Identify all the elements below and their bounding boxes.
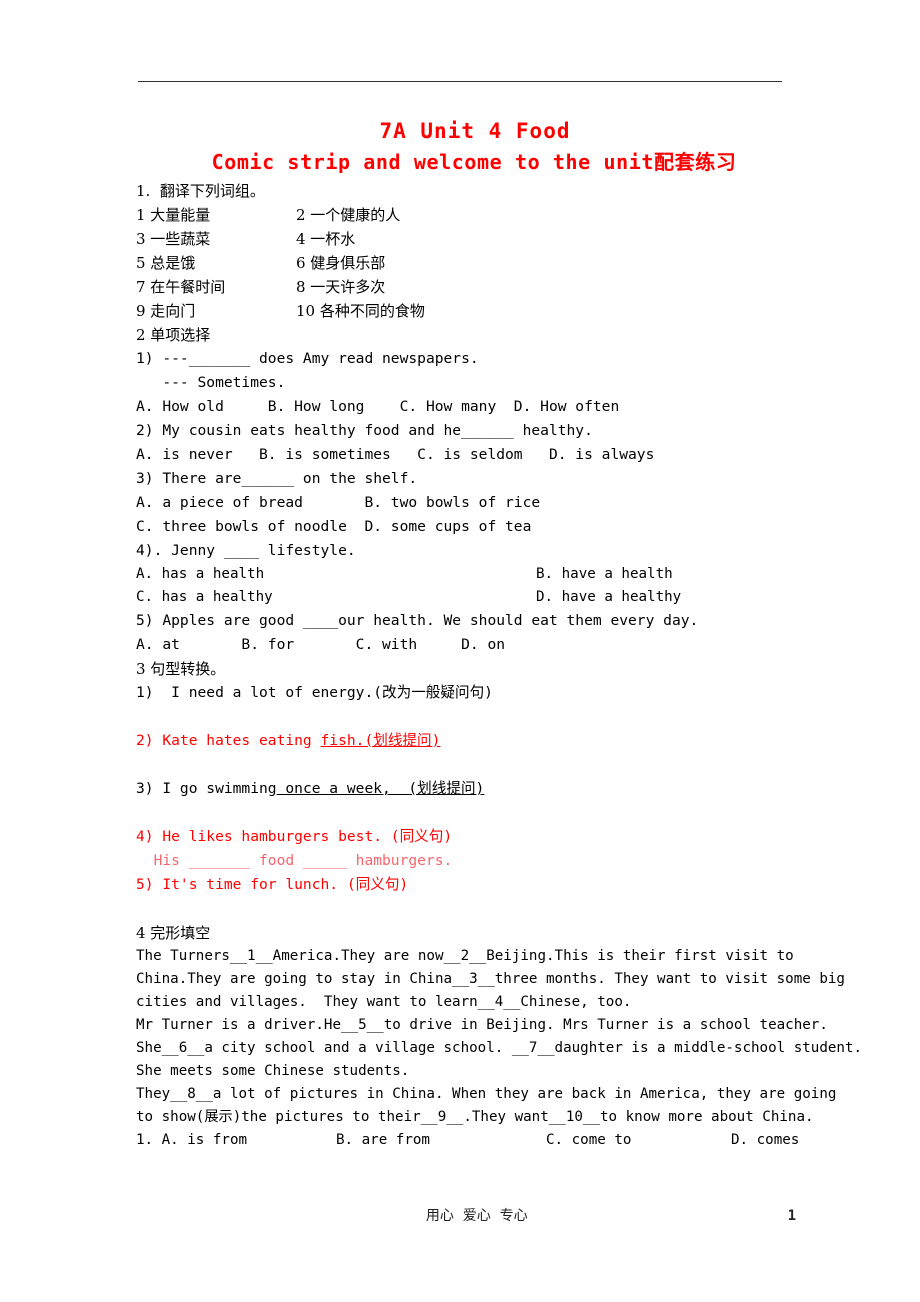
section4-heading: 4 完形填空 xyxy=(136,924,211,943)
transform-item-text: 3) I go swimming xyxy=(136,780,277,798)
cloze-answer-a: A. is from xyxy=(161,1132,248,1149)
question-stem: 4). Jenny ____ lifestyle. xyxy=(136,542,356,560)
vocab-item: 4 一杯水 xyxy=(296,230,356,249)
section1-heading: 1. 翻译下列词组。 xyxy=(136,182,265,201)
section2-heading: 2 单项选择 xyxy=(136,326,211,345)
cloze-answer-row: 1. A. is from B. are from C. come to D. … xyxy=(136,1129,800,1152)
cloze-paragraph: Mr Turner is a driver.He__5__to drive in… xyxy=(136,1014,863,1083)
vocab-row: 3 一些蔬菜 4 一杯水 xyxy=(136,227,796,251)
cloze-line: China.They are going to stay in China__3… xyxy=(136,971,845,988)
cloze-line: Mr Turner is a driver.He__5__to drive in… xyxy=(136,1017,828,1034)
transform-item-underlined: once a week, (划线提问) xyxy=(276,780,485,798)
cloze-paragraph: They__8__a lot of pictures in China. Whe… xyxy=(136,1083,837,1129)
question-options: A. has a health B. have a health xyxy=(136,563,796,586)
vocab-item: 10 各种不同的食物 xyxy=(296,302,425,321)
cloze-line: cities and villages. They want to learn_… xyxy=(136,994,632,1011)
cloze-answer-number: 1. xyxy=(136,1132,154,1149)
section3-heading: 3 句型转换。 xyxy=(136,660,226,679)
cloze-line: They__8__a lot of pictures in China. Whe… xyxy=(136,1086,837,1103)
worksheet-page: 7A Unit 4 Food Comic strip and welcome t… xyxy=(0,0,920,1302)
cloze-answer-option-a: 1. A. is from xyxy=(136,1129,336,1152)
vocab-item: 7 在午餐时间 xyxy=(136,278,226,297)
transform-item: 5) It's time for lunch. (同义句) xyxy=(136,876,409,894)
option-a: A. has a health xyxy=(136,566,265,583)
question-options: A. is never B. is sometimes C. is seldom… xyxy=(136,446,655,464)
header-rule xyxy=(138,81,782,82)
cloze-line: The Turners__1__America.They are now__2_… xyxy=(136,948,794,965)
question-stem: 2) My cousin eats healthy food and he___… xyxy=(136,422,593,440)
page-number: 1 xyxy=(787,1208,796,1224)
question-options: C. has a healthy D. have a healthy xyxy=(136,586,796,609)
transform-item-answer: His _______ food _____ hamburgers. xyxy=(136,852,453,870)
document-content: 7A Unit 4 Food Comic strip and welcome t… xyxy=(136,118,863,1152)
transform-item: 4) He likes hamburgers best. (同义句) xyxy=(136,828,453,846)
vocab-row: 9 走向门 10 各种不同的食物 xyxy=(136,299,796,323)
vocab-row: 5 总是饿 6 健身俱乐部 xyxy=(136,251,796,275)
transform-item-text: 2) Kate hates eating xyxy=(136,732,321,750)
transform-item: 1) I need a lot of energy.(改为一般疑问句) xyxy=(136,684,493,702)
transform-item: 3) I go swimming once a week, (划线提问) xyxy=(136,777,796,801)
option-d: D. have a healthy xyxy=(536,589,682,606)
option-c: C. has a healthy xyxy=(136,589,273,606)
page-title: 7A Unit 4 Food xyxy=(379,119,571,143)
vocab-row: 7 在午餐时间 8 一天许多次 xyxy=(136,275,796,299)
page-footer: 用心 爱心 专心 1 xyxy=(136,1205,796,1225)
cloze-line: to show(展示)the pictures to their__9__.Th… xyxy=(136,1109,814,1126)
vocab-item: 9 走向门 xyxy=(136,302,196,321)
question-options: A. at B. for C. with D. on xyxy=(136,636,506,654)
transform-item: 2) Kate hates eating fish.(划线提问) xyxy=(136,729,796,753)
vocab-item: 6 健身俱乐部 xyxy=(296,254,386,273)
footer-motto: 用心 爱心 专心 xyxy=(425,1208,528,1224)
cloze-line: She meets some Chinese students. xyxy=(136,1063,410,1080)
cloze-paragraph: The Turners__1__America.They are now__2_… xyxy=(136,945,845,1014)
cloze-answer-option-b: B. are from xyxy=(336,1132,430,1149)
question-stem: 3) There are______ on the shelf. xyxy=(136,470,418,488)
vocab-item: 1 大量能量 xyxy=(136,206,211,225)
cloze-answer-option-c: C. come to xyxy=(546,1132,632,1149)
vocab-item: 8 一天许多次 xyxy=(296,278,386,297)
question-stem: 5) Apples are good ____our health. We sh… xyxy=(136,612,699,630)
question-options: A. a piece of bread B. two bowls of rice xyxy=(136,494,541,512)
question-stem-continued: --- Sometimes. xyxy=(136,374,286,392)
vocab-item: 3 一些蔬菜 xyxy=(136,230,211,249)
vocab-item: 2 一个健康的人 xyxy=(296,206,401,225)
transform-item-underlined: fish.(划线提问) xyxy=(320,732,441,750)
vocab-row: 1 大量能量 2 一个健康的人 xyxy=(136,203,796,227)
question-options: C. three bowls of noodle D. some cups of… xyxy=(136,518,532,536)
cloze-answer-option-d: D. comes xyxy=(731,1132,800,1149)
option-b: B. have a health xyxy=(536,566,673,583)
page-subtitle: Comic strip and welcome to the unit配套练习 xyxy=(211,150,737,175)
question-options: A. How old B. How long C. How many D. Ho… xyxy=(136,398,620,416)
cloze-line: She__6__a city school and a village scho… xyxy=(136,1040,863,1057)
question-stem: 1) ---_______ does Amy read newspapers. xyxy=(136,350,479,368)
vocab-item: 5 总是饿 xyxy=(136,254,196,273)
